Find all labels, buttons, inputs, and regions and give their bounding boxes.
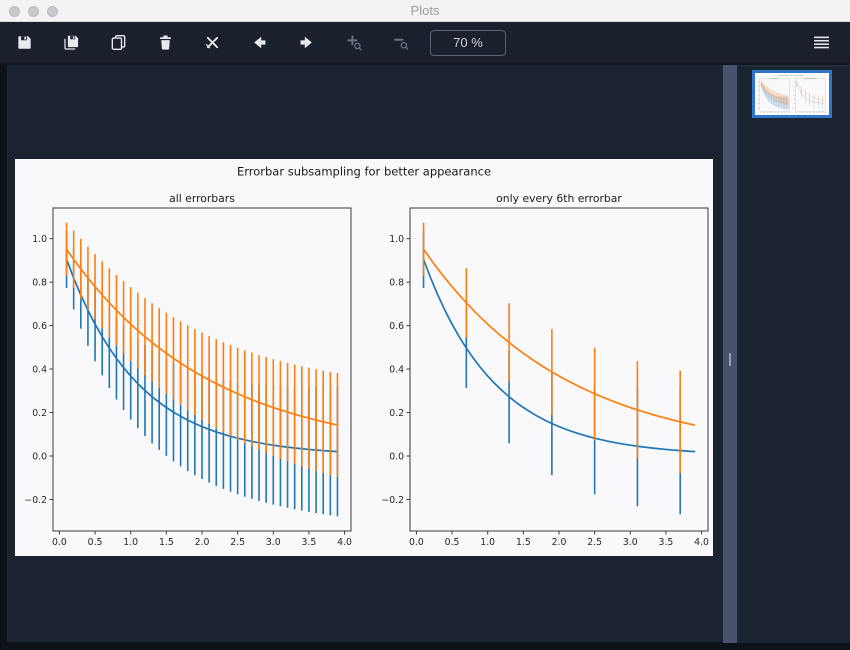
plot-thumbnail-selected[interactable]: Errorbar subsampling for better appearan… bbox=[752, 70, 832, 118]
next-plot-button[interactable] bbox=[289, 26, 323, 60]
svg-text:0.5: 0.5 bbox=[445, 537, 460, 548]
svg-text:2.5: 2.5 bbox=[230, 537, 245, 548]
svg-text:2.0: 2.0 bbox=[195, 537, 210, 548]
svg-text:0.4: 0.4 bbox=[32, 364, 47, 375]
arrow-left-icon bbox=[253, 36, 265, 49]
svg-text:3.5: 3.5 bbox=[659, 537, 674, 548]
svg-text:1.5: 1.5 bbox=[516, 537, 531, 548]
figure-canvas: Errorbar subsampling for better appearan… bbox=[15, 159, 713, 556]
svg-text:3.0: 3.0 bbox=[266, 537, 281, 548]
save-all-icon bbox=[63, 35, 78, 50]
svg-text:1.0: 1.0 bbox=[32, 234, 47, 245]
remove-plot-button[interactable] bbox=[148, 26, 182, 60]
svg-text:1.0: 1.0 bbox=[123, 537, 138, 548]
svg-text:3.0: 3.0 bbox=[623, 537, 638, 548]
maximize-button[interactable] bbox=[47, 5, 58, 17]
svg-text:0.0: 0.0 bbox=[32, 451, 47, 462]
svg-text:0.0: 0.0 bbox=[389, 451, 404, 462]
previous-plot-button[interactable] bbox=[242, 26, 276, 60]
svg-text:all errorbars: all errorbars bbox=[169, 192, 235, 205]
svg-text:1.0: 1.0 bbox=[480, 537, 495, 548]
svg-text:3.5: 3.5 bbox=[302, 537, 317, 548]
panel-splitter[interactable] bbox=[723, 65, 737, 643]
copy-icon bbox=[111, 35, 125, 50]
svg-text:only every 6th errorbar: only every 6th errorbar bbox=[496, 192, 622, 205]
zoom-out-button[interactable] bbox=[383, 26, 417, 60]
thumbnail-panel: Errorbar subsampling for better appearan… bbox=[737, 65, 850, 643]
minimize-button[interactable] bbox=[28, 5, 39, 17]
toolbar: 70 % bbox=[0, 22, 850, 65]
svg-text:0.2: 0.2 bbox=[389, 408, 404, 419]
save-all-plots-button[interactable] bbox=[54, 26, 88, 60]
svg-text:0.0: 0.0 bbox=[409, 537, 424, 548]
svg-text:2.0: 2.0 bbox=[552, 537, 567, 548]
svg-text:0.6: 0.6 bbox=[32, 321, 47, 332]
svg-text:0.5: 0.5 bbox=[88, 537, 103, 548]
hamburger-icon bbox=[813, 36, 829, 49]
svg-text:4.0: 4.0 bbox=[337, 537, 352, 548]
arrow-right-icon bbox=[300, 36, 312, 49]
svg-text:0.2: 0.2 bbox=[32, 408, 47, 419]
svg-text:−0.2: −0.2 bbox=[381, 495, 404, 506]
svg-text:0.8: 0.8 bbox=[32, 277, 47, 288]
svg-text:4.0: 4.0 bbox=[694, 537, 709, 548]
save-icon bbox=[17, 36, 31, 49]
zoom-level-input[interactable]: 70 % bbox=[430, 29, 506, 56]
titlebar: Plots bbox=[0, 0, 850, 22]
copy-plot-button[interactable] bbox=[101, 26, 135, 60]
svg-text:−0.2: −0.2 bbox=[24, 495, 47, 506]
plot-display-area: Errorbar subsampling for better appearan… bbox=[7, 65, 723, 642]
svg-text:0.4: 0.4 bbox=[389, 364, 404, 375]
remove-all-plots-button[interactable] bbox=[195, 26, 229, 60]
traffic-lights bbox=[9, 0, 58, 22]
zoom-out-icon bbox=[393, 38, 408, 50]
svg-text:0.6: 0.6 bbox=[389, 321, 404, 332]
content-area: Errorbar subsampling for better appearan… bbox=[0, 65, 850, 643]
window-bottom-edge bbox=[0, 643, 850, 650]
svg-text:1.5: 1.5 bbox=[159, 537, 174, 548]
close-button[interactable] bbox=[9, 5, 20, 17]
svg-text:Errorbar subsampling for bette: Errorbar subsampling for better appearan… bbox=[237, 165, 491, 179]
trash-icon bbox=[159, 35, 171, 50]
options-menu-button[interactable] bbox=[804, 26, 838, 60]
save-plot-button[interactable] bbox=[7, 26, 41, 60]
svg-text:2.5: 2.5 bbox=[587, 537, 602, 548]
zoom-in-icon bbox=[346, 35, 362, 51]
close-all-icon bbox=[205, 36, 218, 49]
zoom-in-button[interactable] bbox=[336, 26, 370, 60]
svg-text:1.0: 1.0 bbox=[389, 234, 404, 245]
svg-text:0.8: 0.8 bbox=[389, 277, 404, 288]
window-title: Plots bbox=[410, 3, 440, 18]
svg-text:0.0: 0.0 bbox=[52, 537, 67, 548]
zoom-level-value: 70 % bbox=[453, 35, 483, 50]
